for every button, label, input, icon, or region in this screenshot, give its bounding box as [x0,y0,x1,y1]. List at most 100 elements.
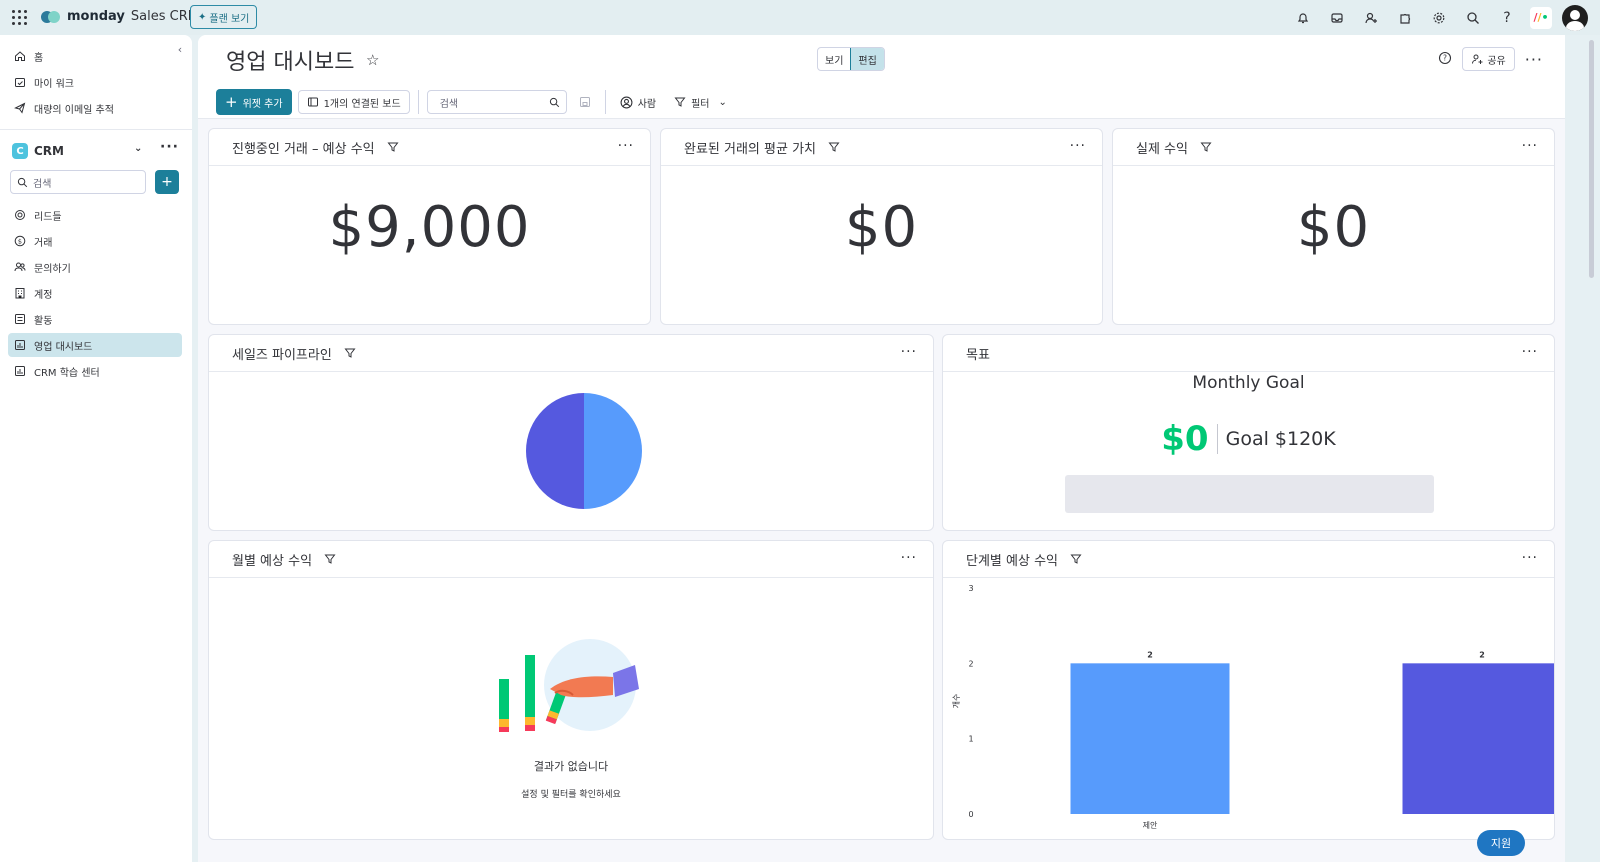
workspace-selector[interactable]: C CRM ⌄ ··· [12,139,182,159]
brand-name-bold: monday [67,9,125,24]
filter-funnel-icon[interactable] [828,141,840,153]
invite-members-icon[interactable] [1354,0,1388,35]
toolbar-divider [417,90,419,114]
target-icon [14,209,26,221]
widget-title: 실제 수익 [1136,141,1188,157]
person-filter-button[interactable]: 사람 [614,90,662,114]
sidebar-item-crm-learning-center[interactable]: CRM 학습 센터 [8,359,182,383]
sidebar-item-label: 영업 대시보드 [34,341,93,353]
add-person-icon [1472,54,1483,64]
view-edit-toggle[interactable]: 보기 편집 [817,47,885,71]
widget-header: 실제 수익 [1113,129,1554,166]
add-widget-button[interactable]: + 위젯 추가 [216,89,292,115]
widget-more-icon[interactable]: ··· [1522,344,1538,360]
help-icon[interactable]: ? [1490,0,1524,35]
filter-funnel-icon[interactable] [1070,553,1082,565]
sidebar-item-activities[interactable]: 활동 [8,307,182,331]
filter-label: 필터 [691,98,710,110]
workspace-more-icon[interactable]: ··· [160,139,179,155]
sidebar-item-label: 마이 워크 [34,78,74,90]
widget-more-icon[interactable]: ··· [1522,138,1538,154]
search-icon [17,177,28,187]
widget-more-icon[interactable]: ··· [1522,550,1538,566]
toolbar-divider [604,90,606,114]
see-plans-button[interactable]: ✦ 플랜 보기 [190,5,258,29]
filter-button[interactable]: 필터 ⌄ [668,90,733,114]
widget-header: 세일즈 파이프라인 [209,335,933,372]
widget-more-icon[interactable]: ··· [901,550,917,566]
monday-logo-icon [41,10,61,24]
sidebar-item-contacts[interactable]: 문의하기 [8,255,182,279]
bar[interactable] [1402,663,1556,814]
bar[interactable] [1070,663,1230,814]
goal-heading: Monthly Goal [1192,373,1305,393]
sidebar-search-placeholder: 검색 [33,178,52,190]
widget-more-icon[interactable]: ··· [901,344,917,360]
widget-goal: 목표 ··· Monthly Goal $0 Goal $120K [942,334,1555,531]
filter-funnel-icon[interactable] [344,347,356,359]
sidebar-item-home[interactable]: 홈 [8,44,182,68]
notifications-bell-icon[interactable] [1286,0,1320,35]
pie-slice[interactable] [584,393,642,509]
dashboard-search-input[interactable]: 검색 [426,90,567,114]
connected-boards-label: 1개의 연결된 보드 [323,98,401,110]
sidebar-item-leads[interactable]: 리드들 [8,203,182,227]
y-tick-label: 3 [968,584,973,593]
save-view-icon[interactable] [573,90,597,114]
no-results-illustration [499,639,639,732]
user-avatar[interactable] [1562,4,1588,31]
inbox-icon[interactable] [1320,0,1354,35]
filter-funnel-icon[interactable] [324,553,336,565]
help-circle-icon[interactable]: ? [1438,51,1452,68]
sidebar-item-deals[interactable]: $ 거래 [8,229,182,253]
widget-title: 월별 예상 수익 [232,553,313,569]
goal-current-value: $0 [1161,419,1209,459]
share-button[interactable]: 공유 [1462,47,1515,71]
search-icon[interactable] [1456,0,1490,35]
workspace-badge: C [12,143,28,159]
divider: / / • [1524,0,1558,35]
widget-title: 목표 [966,347,990,363]
dashboard-search-placeholder: 검색 [439,98,459,110]
pie-slice[interactable] [526,393,584,509]
widget-more-icon[interactable]: ··· [1070,138,1086,154]
chevron-down-icon[interactable]: ⌄ [134,143,142,154]
y-axis-label: 개수 [951,694,961,709]
see-plans-label: 플랜 보기 [209,13,250,25]
y-tick-label: 0 [968,810,973,819]
sidebar-item-accounts[interactable]: 계정 [8,281,182,305]
view-mode-button[interactable]: 보기 [818,48,850,70]
sidebar-item-label: 활동 [34,315,53,327]
app-switcher-icon[interactable] [12,10,28,26]
svg-text:$: $ [18,237,22,245]
settings-gear-icon[interactable] [1422,0,1456,35]
widget-monthly-forecast: 월별 예상 수익 ··· 결과가 없습니다 설정 및 필터를 확인하세요 [208,540,934,840]
apps-marketplace-icon[interactable] [1388,0,1422,35]
support-button[interactable]: 지원 [1477,830,1525,856]
filter-funnel-icon[interactable] [387,141,399,153]
favorite-star-icon[interactable]: ☆ [366,51,379,69]
sidebar-search-input[interactable]: 검색 [10,170,146,194]
y-tick-label: 1 [968,735,973,744]
page-scrollbar[interactable] [1589,40,1594,278]
edit-mode-button[interactable]: 편집 [850,48,884,70]
bar-data-label: 2 [1479,650,1485,659]
sidebar-item-email-tracking[interactable]: 대량의 이메일 추적 [8,96,182,120]
sidebar-item-label: CRM 학습 센터 [34,367,100,379]
brand-logo[interactable]: monday Sales CRM [41,9,199,24]
chevron-down-icon[interactable]: ⌄ [719,97,727,108]
add-board-button[interactable]: + [155,170,179,194]
top-bar: monday Sales CRM ✦ 플랜 보기 ? / / • [0,0,1600,35]
monday-account-logo-icon[interactable]: / / • [1530,6,1552,29]
dashboard-header: 영업 대시보드 ☆ 보기 편집 ? 공유 ··· + 위젯 추가 1개의 연결된… [198,35,1565,119]
sidebar-divider [0,129,192,130]
widget-more-icon[interactable]: ··· [618,138,634,154]
more-options-icon[interactable]: ··· [1525,50,1543,69]
sidebar-item-label: 문의하기 [34,263,71,275]
widget-title: 단계별 예상 수익 [966,553,1058,569]
sidebar-item-sales-dashboard[interactable]: 영업 대시보드 [8,333,182,357]
filter-funnel-icon[interactable] [1200,141,1212,153]
sidebar-item-my-work[interactable]: 마이 워크 [8,70,182,94]
connected-boards-button[interactable]: 1개의 연결된 보드 [297,90,410,114]
page-title[interactable]: 영업 대시보드 [226,44,354,76]
